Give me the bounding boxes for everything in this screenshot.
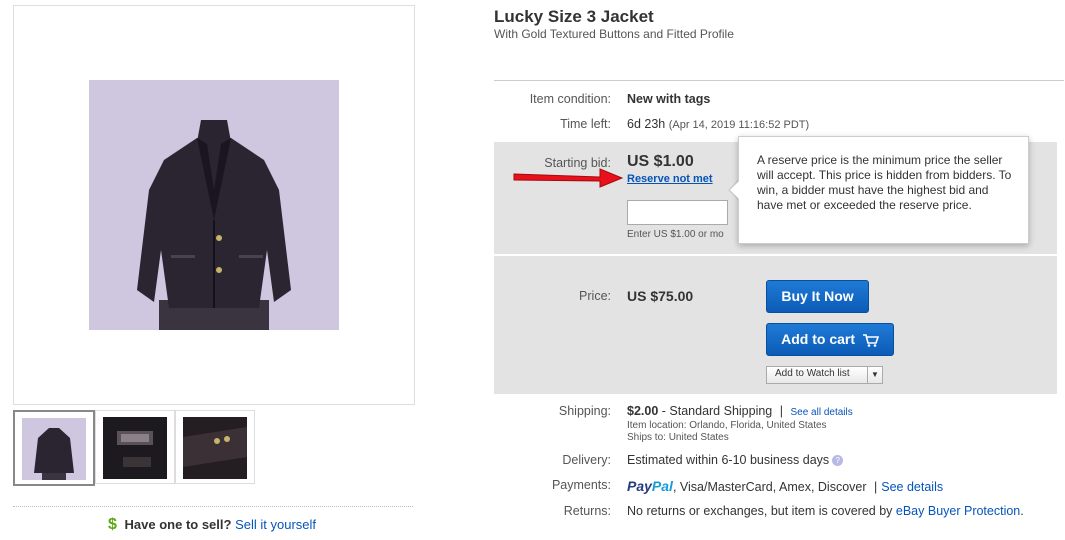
delivery-label: Delivery: [562,453,611,467]
bid-amount-input[interactable] [627,200,728,225]
time-left-label: Time left: [560,117,611,131]
sell-prompt: $ Have one to sell? Sell it yourself [108,516,316,534]
sell-it-yourself-link[interactable]: Sell it yourself [235,517,316,532]
red-arrow-annotation [513,168,624,188]
cart-icon [862,333,880,347]
condition-value: New with tags [627,92,711,106]
reserve-tooltip: A reserve price is the minimum price the… [738,136,1029,244]
buy-it-now-button[interactable]: Buy It Now [766,280,869,313]
auction-end-time: (Apr 14, 2019 11:16:52 PDT) [668,119,810,131]
main-image-frame [13,5,415,405]
chevron-down-icon[interactable]: ▼ [867,367,882,383]
thumbnail-3[interactable] [175,410,255,484]
jacket-photo [89,80,339,330]
add-to-watch-list-button[interactable]: Add to Watch list ▼ [766,366,883,384]
item-location: Item location: Orlando, Florida, United … [627,420,827,431]
condition-label: Item condition: [529,92,611,106]
time-left-duration: 6d 23h [627,117,666,131]
starting-bid-value: US $1.00 [627,153,694,170]
delivery-value: Estimated within 6-10 business days? [627,453,844,467]
returns-text: No returns or exchanges, but item is cov… [627,504,896,518]
see-all-details-link[interactable]: See all details [790,407,852,418]
ships-to: Ships to: United States [627,432,729,443]
tooltip-text: A reserve price is the minimum price the… [757,153,1012,212]
see-details-link[interactable]: See details [881,480,943,494]
item-subtitle: With Gold Textured Buttons and Fitted Pr… [494,27,734,41]
item-title: Lucky Size 3 Jacket [494,7,654,26]
add-to-cart-button[interactable]: Add to cart [766,323,894,356]
title-divider [494,80,1064,81]
thumbnail-2[interactable] [95,410,175,484]
dollar-icon: $ [108,516,117,533]
sell-question: Have one to sell? [124,517,232,532]
shipping-value: $2.00 - Standard Shipping | See all deta… [627,404,853,418]
add-to-cart-label: Add to cart [781,331,855,347]
price-label: Price: [579,289,611,303]
thumbnail-image [22,418,86,480]
thumbnail-image [183,417,247,479]
payments-separator: | [874,480,878,494]
shipping-method: - Standard Shipping [661,404,773,418]
main-product-image[interactable] [89,80,339,330]
payment-methods: , Visa/MasterCard, Amex, Discover [672,480,867,494]
tooltip-caret-fill [730,181,739,199]
returns-value: No returns or exchanges, but item is cov… [627,504,1024,518]
thumbnail-1[interactable] [13,410,95,486]
thumbnail-image [103,417,167,479]
delivery-estimate: Estimated within 6-10 business days [627,453,830,467]
time-left-value: 6d 23h (Apr 14, 2019 11:16:52 PDT) [627,117,809,131]
payments-value: PayPal, Visa/MasterCard, Amex, Discover … [627,478,943,494]
sell-divider [13,506,413,507]
reserve-not-met-link[interactable]: Reserve not met [627,173,713,185]
shipping-separator: | [779,404,783,418]
returns-label: Returns: [563,504,611,518]
shipping-cost: $2.00 [627,404,659,418]
paypal-logo: PayPal [627,478,673,494]
buyer-protection-link[interactable]: eBay Buyer Protection [896,504,1020,518]
returns-end: . [1020,504,1024,518]
shipping-label: Shipping: [558,404,611,418]
bid-hint: Enter US $1.00 or mo [627,229,724,240]
watch-list-label: Add to Watch list [775,368,850,379]
help-icon[interactable]: ? [832,455,844,467]
price-value: US $75.00 [627,288,694,304]
payments-label: Payments: [551,478,611,492]
